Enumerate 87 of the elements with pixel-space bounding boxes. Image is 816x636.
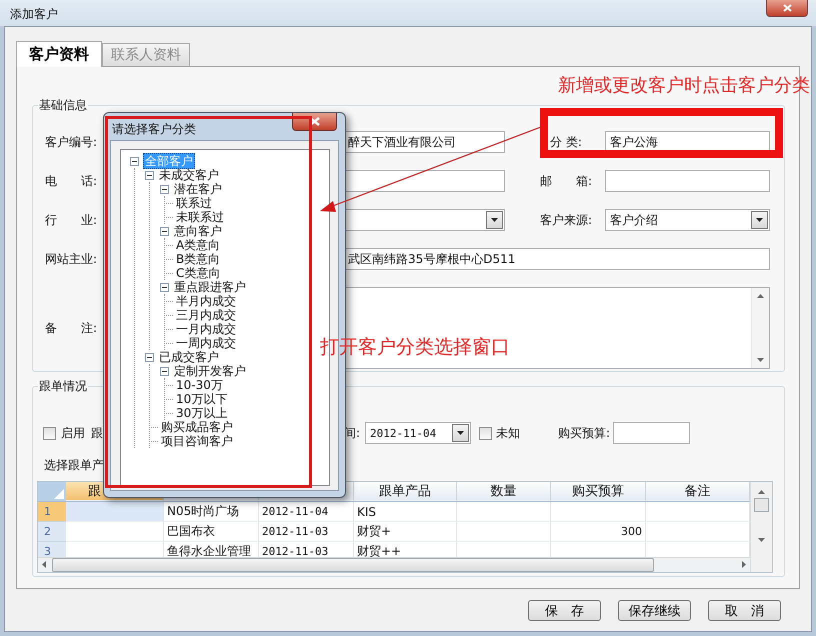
table-cell: KIS	[354, 502, 457, 522]
scrollbar[interactable]	[38, 556, 750, 572]
field-label: 邮 箱:	[540, 172, 592, 190]
field-label: 客户来源:	[540, 212, 592, 228]
collapse-icon[interactable]	[160, 282, 169, 292]
tree-item[interactable]: B类意向	[175, 252, 222, 266]
field-label: 分 类:	[550, 134, 582, 150]
dropdown-button[interactable]	[751, 211, 768, 229]
table-cell: 2012-11-04	[259, 502, 354, 522]
collapse-icon[interactable]	[160, 366, 169, 376]
collapse-icon[interactable]	[130, 156, 139, 166]
field-label: 购买预算:	[558, 424, 610, 442]
tree-item[interactable]: 联系过	[175, 196, 213, 210]
checkbox[interactable]	[479, 426, 492, 440]
column-header[interactable]: 数量	[457, 482, 551, 502]
field-label: 电 话:	[45, 172, 98, 190]
close-icon	[782, 4, 792, 12]
dropdown-button[interactable]	[452, 424, 470, 442]
collapse-icon[interactable]	[160, 226, 169, 236]
up-arrow-icon	[758, 490, 765, 494]
dialog-title: 请选择客户分类	[111, 121, 196, 138]
button[interactable]: 保 存	[528, 600, 601, 621]
tree-item[interactable]: 三月内成交	[175, 308, 237, 322]
tree-item[interactable]: 意向客户	[173, 224, 223, 238]
caret-icon	[756, 218, 763, 222]
caret-icon	[491, 218, 498, 222]
tree-item[interactable]: 10万以下	[175, 392, 228, 406]
collapse-icon[interactable]	[160, 184, 169, 194]
collapse-icon[interactable]	[145, 352, 154, 362]
tree-item[interactable]: 一周内成交	[175, 336, 237, 350]
scrollbar[interactable]	[751, 288, 769, 368]
row-header[interactable]: 3	[38, 542, 66, 557]
scroll-thumb[interactable]	[52, 558, 654, 572]
input-field[interactable]	[605, 170, 770, 192]
table-cell: 300	[551, 522, 646, 542]
row-header[interactable]: 2	[38, 522, 66, 542]
dropdown[interactable]: 客户介绍	[605, 209, 770, 231]
checkbox[interactable]	[43, 426, 56, 440]
tree-item[interactable]: 定制开发客户	[173, 364, 247, 378]
tree-item[interactable]: 30万以上	[175, 406, 228, 420]
triangle-icon	[54, 489, 64, 500]
window-title: 添加客户	[9, 6, 58, 23]
table-cell: 2012-11-03	[259, 522, 354, 542]
table-cell: N05时尚广场	[164, 502, 259, 522]
field-label: 备 注:	[45, 320, 98, 336]
tab[interactable]: 客户资料	[16, 41, 102, 67]
tree-item[interactable]: 已成交客户	[158, 350, 220, 364]
right-arrow-icon	[742, 561, 746, 568]
tree-item[interactable]: 一月内成交	[175, 322, 237, 336]
tree-item[interactable]: 未联系过	[175, 210, 225, 224]
button[interactable]: 取 消	[708, 600, 781, 621]
field-label: 网站主业:	[45, 250, 98, 268]
caret-icon	[457, 431, 464, 435]
group-title: 跟单情况	[38, 378, 88, 394]
down-arrow-icon	[757, 358, 764, 362]
dropdown-button[interactable]	[486, 211, 503, 229]
input-field[interactable]	[613, 422, 690, 444]
down-arrow-icon	[758, 538, 765, 542]
group-title: 基础信息	[38, 97, 88, 113]
table-cell: 巴国布衣	[164, 522, 259, 542]
tree-item[interactable]: 项目咨询客户	[160, 434, 234, 448]
column-header[interactable]: 跟单产品	[354, 482, 457, 502]
table-cell: 财贸+	[354, 522, 457, 542]
checkbox-label: 启用	[61, 424, 85, 442]
column-header[interactable]: 购买预算	[551, 482, 646, 502]
field-label: 跟	[91, 424, 103, 442]
collapse-icon[interactable]	[145, 170, 154, 180]
checkbox-label: 未知	[496, 424, 520, 442]
field-label: 客户编号:	[45, 134, 98, 150]
tree-item[interactable]: 重点跟进客户	[173, 280, 247, 294]
tree-item[interactable]: 未成交客户	[158, 168, 220, 182]
close-icon	[309, 117, 320, 126]
up-arrow-icon	[757, 294, 764, 298]
scroll-thumb[interactable]	[754, 498, 769, 512]
date-picker[interactable]: 2012-11-04	[365, 422, 472, 444]
row-header[interactable]: 1	[38, 502, 66, 522]
scrollbar[interactable]	[750, 482, 772, 572]
tree-item[interactable]: 潜在客户	[173, 182, 223, 196]
close-button[interactable]	[766, 0, 808, 17]
annotation-text: 新增或更改客户时点击客户分类	[558, 77, 810, 95]
field-label: 行 业:	[45, 212, 98, 228]
tree-item[interactable]: 购买成品客户	[160, 420, 234, 434]
tree-item[interactable]: 半月内成交	[175, 294, 237, 308]
left-arrow-icon	[42, 561, 46, 568]
tree-item[interactable]: 10-30万	[175, 378, 224, 392]
button[interactable]: 保存继续	[618, 600, 691, 621]
section-label: 选择跟单产	[44, 457, 105, 473]
